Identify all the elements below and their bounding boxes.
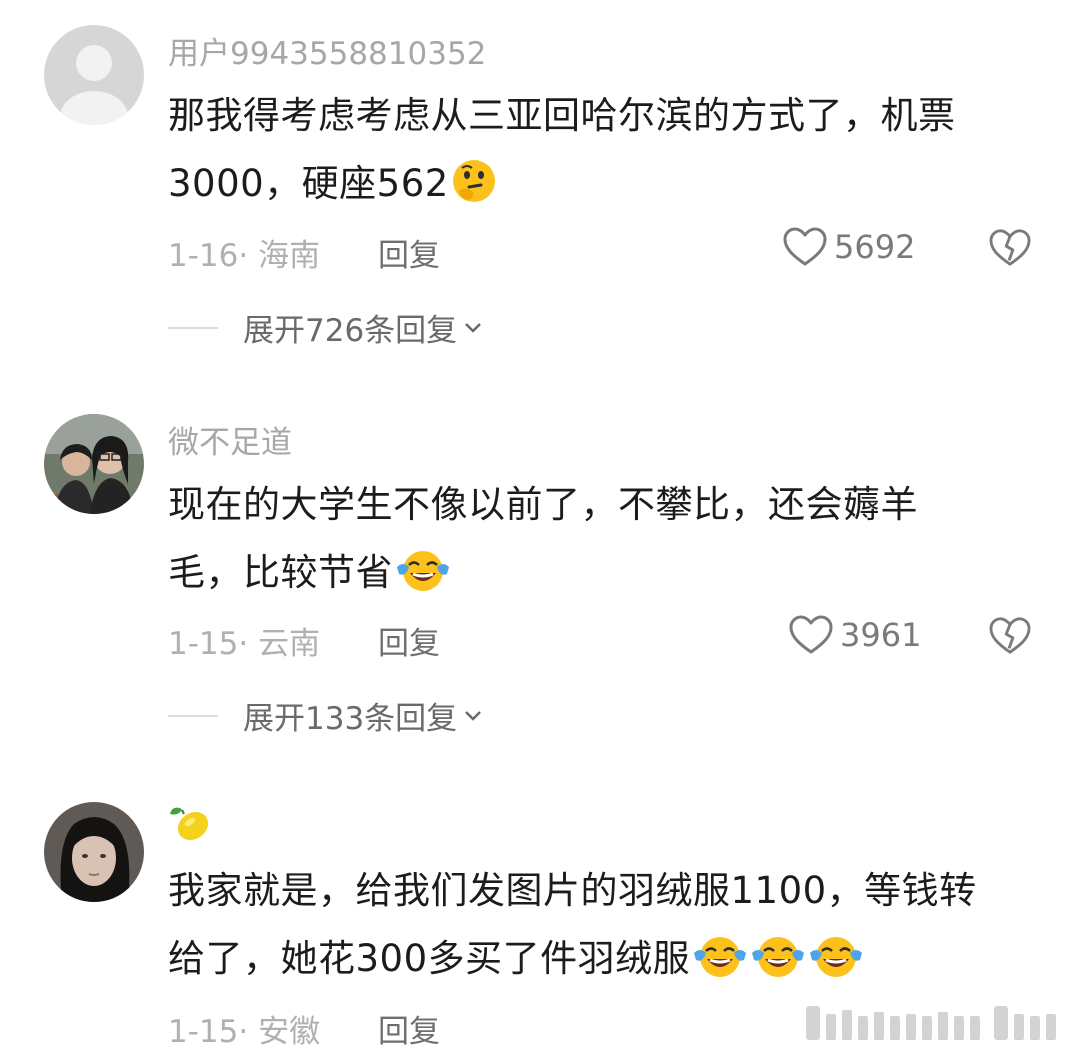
comment-text-line: 现在的大学生不像以前了，不攀比，还会薅羊 — [168, 483, 918, 526]
comment-text-line-content: 给了，她花300多买了件羽绒服 — [168, 937, 691, 980]
user-photo-avatar — [44, 802, 144, 902]
default-avatar-icon — [44, 25, 144, 125]
comment-text-line: 那我得考虑考虑从三亚回哈尔滨的方式了，机票 — [168, 94, 956, 137]
comment-text-line-content: 3000，硬座562 — [168, 162, 449, 205]
comment-date: 1-15 — [168, 1014, 239, 1050]
divider-dash — [168, 714, 218, 717]
comment-text-line: 给了，她花300多买了件羽绒服 — [168, 925, 1048, 1001]
broken-heart-icon — [989, 229, 1031, 266]
comment-date: 1-16 — [168, 238, 239, 274]
username[interactable]: 用户9943558810352 — [168, 28, 486, 73]
comment-text-line: 我家就是，给我们发图片的羽绒服1100，等钱转 — [168, 869, 977, 912]
expand-replies-label: 展开133条回复 — [243, 701, 458, 737]
thinking-face-icon — [451, 158, 497, 226]
like-button[interactable]: 5692 — [782, 226, 915, 268]
comment-location: 云南 — [258, 626, 321, 662]
watermark — [798, 1002, 1068, 1052]
divider-dash — [168, 326, 218, 329]
avatar[interactable] — [44, 802, 144, 902]
comment-text-line: 3000，硬座562 — [168, 150, 1048, 226]
comment-location: 海南 — [258, 238, 321, 274]
reply-button[interactable]: 回复 — [378, 1006, 440, 1051]
chevron-down-icon — [465, 322, 482, 333]
avatar[interactable] — [44, 414, 144, 514]
comment-date: 1-15 — [168, 626, 239, 662]
dislike-button[interactable] — [988, 616, 1032, 660]
comment-text: 我家就是，给我们发图片的羽绒服1100，等钱转 给了，她花300多买了件羽绒服 — [168, 857, 1048, 1001]
expand-replies-label: 展开726条回复 — [243, 313, 458, 349]
heart-icon — [789, 615, 833, 654]
comment-location: 安徽 — [258, 1014, 321, 1050]
like-count: 5692 — [834, 228, 916, 266]
crying-laughing-face-icon — [692, 933, 748, 1001]
heart-icon — [783, 227, 827, 266]
crying-laughing-face-icon — [808, 933, 864, 1001]
expand-replies-button[interactable]: 展开726条回复 — [168, 305, 483, 350]
expand-replies-button[interactable]: 展开133条回复 — [168, 693, 483, 738]
username[interactable]: 🍋 — [168, 800, 214, 854]
comment-meta: 1-15· 安徽 — [168, 1014, 321, 1050]
reply-button[interactable]: 回复 — [378, 618, 440, 663]
lemon-icon — [170, 807, 209, 841]
like-button[interactable]: 3961 — [788, 614, 921, 656]
crying-laughing-face-icon — [395, 547, 451, 615]
comment-meta: 1-15· 云南 — [168, 626, 321, 662]
chevron-down-icon — [465, 710, 482, 721]
username[interactable]: 微不足道 — [168, 417, 292, 462]
dislike-button[interactable] — [988, 228, 1032, 272]
reply-button[interactable]: 回复 — [378, 230, 440, 275]
comment-meta: 1-16· 海南 — [168, 238, 321, 274]
user-photo-avatar — [44, 414, 144, 514]
comment-text-line: 毛，比较节省 — [168, 539, 1048, 615]
broken-heart-icon — [989, 617, 1031, 654]
comment-text: 现在的大学生不像以前了，不攀比，还会薅羊 毛，比较节省 — [168, 471, 1048, 615]
avatar[interactable] — [44, 25, 144, 125]
comment-text-line-content: 毛，比较节省 — [168, 551, 393, 594]
comment-text: 那我得考虑考虑从三亚回哈尔滨的方式了，机票 3000，硬座562 — [168, 82, 1048, 226]
crying-laughing-face-icon — [750, 933, 806, 1001]
like-count: 3961 — [840, 616, 922, 654]
